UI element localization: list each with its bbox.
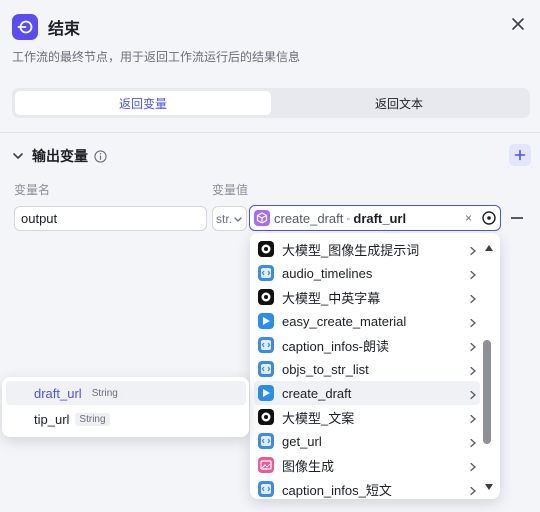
info-icon[interactable] [94, 149, 107, 163]
dropdown-item-label: 图像生成 [282, 458, 335, 474]
tab-bar: 返回变量 返回文本 [12, 88, 530, 118]
chevron-right-icon [468, 316, 478, 331]
submenu-item-name: tip_url [34, 411, 70, 427]
type-tag: String [87, 386, 122, 400]
code-icon [258, 337, 274, 353]
node-reference-dropdown: 大模型_图像生成提示词 audio_timelines 大模型_中英字幕 easy_c… [250, 233, 500, 499]
dropdown-item[interactable]: 大模型_图像生成提示词 [254, 237, 480, 261]
dropdown-item-label: caption_infos_短文 [282, 482, 392, 498]
chevron-right-icon [468, 292, 478, 307]
remove-variable-button[interactable] [511, 217, 523, 219]
column-label-name: 变量名 [14, 183, 51, 197]
dropdown-item-label: create_draft [282, 385, 352, 401]
dropdown-item[interactable]: objs_to_str_list [254, 357, 480, 381]
section-title: 输出变量 [32, 148, 88, 164]
llm-icon [258, 289, 274, 305]
dropdown-item[interactable]: caption_infos_短文 [254, 477, 480, 499]
tab-return-text[interactable]: 返回文本 [271, 91, 527, 115]
code-icon [258, 265, 274, 281]
type-tag: String [75, 412, 110, 426]
variable-type-value: str. [216, 211, 233, 226]
dropdown-item-label: get_url [282, 433, 322, 449]
chevron-right-icon [468, 460, 478, 475]
variable-type-select[interactable]: str. [212, 206, 247, 231]
divider [0, 132, 540, 133]
plugin-icon [258, 313, 274, 329]
chevron-right-icon [468, 388, 478, 403]
dropdown-item[interactable]: 图像生成 [254, 453, 480, 477]
dropdown-item[interactable]: get_url [254, 429, 480, 453]
dropdown-item[interactable]: caption_infos-朗读 [254, 333, 480, 357]
close-button[interactable] [510, 16, 526, 32]
output-variable-submenu: draft_url String tip_url String [2, 377, 249, 437]
target-icon[interactable] [481, 210, 497, 226]
dropdown-item[interactable]: audio_timelines [254, 261, 480, 285]
submenu-item[interactable]: draft_url String [6, 381, 246, 405]
code-icon [258, 481, 274, 497]
reference-node-name: create_draft [274, 210, 344, 226]
column-label-value: 变量值 [212, 183, 249, 197]
add-variable-button[interactable] [509, 144, 531, 166]
scroll-up-arrow-icon[interactable] [484, 244, 494, 252]
chevron-right-icon [468, 340, 478, 355]
plus-icon[interactable] [514, 149, 526, 161]
code-icon [258, 433, 274, 449]
chevron-right-icon [468, 484, 478, 499]
dropdown-item[interactable]: 大模型_中英字幕 [254, 285, 480, 309]
chevron-down-icon [234, 217, 242, 222]
submenu-item[interactable]: tip_url String [6, 407, 246, 431]
dropdown-item[interactable]: create_draft [254, 381, 480, 405]
node-description: 工作流的最终节点，用于返回工作流运行后的结果信息 [12, 50, 301, 64]
reference-separator: - [346, 211, 351, 225]
variable-name-input[interactable] [14, 206, 207, 231]
llm-icon [258, 409, 274, 425]
dropdown-item[interactable]: 大模型_文案 [254, 405, 480, 429]
close-icon[interactable] [510, 16, 526, 32]
submenu-item-name: draft_url [34, 385, 82, 401]
chevron-right-icon [468, 268, 478, 283]
chevron-right-icon [468, 412, 478, 427]
image-gen-icon [258, 457, 274, 473]
chevron-right-icon [468, 436, 478, 451]
cube-icon [254, 210, 270, 226]
dropdown-item-label: caption_infos-朗读 [282, 338, 389, 354]
output-section-header[interactable]: 输出变量 [12, 147, 107, 165]
dropdown-item-label: objs_to_str_list [282, 361, 369, 377]
dropdown-item-label: 大模型_中英字幕 [282, 290, 381, 306]
llm-icon [258, 241, 274, 257]
scrollbar-thumb[interactable] [483, 340, 491, 444]
code-icon [258, 361, 274, 377]
tab-return-variable[interactable]: 返回变量 [15, 91, 271, 115]
dropdown-item-label: 大模型_文案 [282, 410, 355, 426]
variable-reference-field[interactable]: create_draft - draft_url × [249, 205, 501, 231]
reference-variable-name: draft_url [353, 210, 407, 226]
end-node-icon [12, 14, 38, 40]
chevron-right-icon [468, 244, 478, 259]
page-title: 结束 [48, 21, 81, 38]
dropdown-item-label: audio_timelines [282, 265, 373, 281]
chevron-right-icon [468, 364, 478, 379]
panel-header: 结束 [12, 12, 80, 42]
dropdown-item-label: easy_create_material [282, 313, 407, 329]
chevron-down-icon[interactable] [12, 150, 24, 162]
scroll-down-arrow-icon[interactable] [484, 483, 494, 491]
clear-reference-button[interactable]: × [465, 211, 472, 225]
plugin-icon [258, 385, 274, 401]
dropdown-item[interactable]: easy_create_material [254, 309, 480, 333]
dropdown-item-label: 大模型_图像生成提示词 [282, 242, 420, 258]
end-node-panel: 结束 工作流的最终节点，用于返回工作流运行后的结果信息 返回变量 返回文本 输出… [0, 0, 540, 512]
